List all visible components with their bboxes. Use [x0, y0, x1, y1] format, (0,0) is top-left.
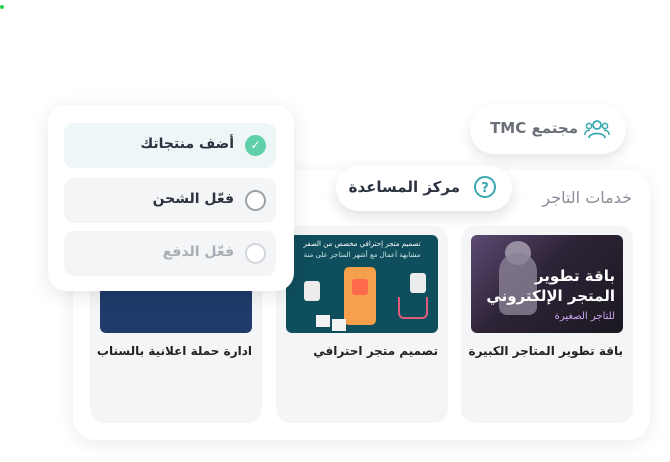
gift-box-icon [316, 315, 330, 327]
users-icon [584, 120, 610, 139]
service-card-label: باقة تطوير المتاجر الكبيرة [468, 344, 624, 358]
panel-title: خدمات التاجر [542, 188, 632, 207]
shopping-bag-icon [410, 273, 426, 293]
task-label: فعّل الشحن [152, 191, 234, 207]
shopping-bag-icon [304, 281, 320, 301]
task-enable-shipping[interactable]: فعّل الشحن [64, 178, 276, 223]
thumb-heading: تصميم متجر إحترافي مخصص من الصفر [303, 240, 421, 248]
help-center-label: مركز المساعدة [348, 178, 460, 196]
gift-box-icon [332, 319, 346, 331]
task-enable-payment[interactable]: فعّل الدفع [64, 231, 276, 276]
question-circle-icon: ? [474, 176, 496, 198]
service-card-label: ادارة حملة اعلانية بالسناب [96, 344, 252, 358]
astronaut-body [499, 253, 537, 315]
thumb-heading-2: المتجر الإلكتروني [486, 287, 615, 305]
shirt-icon [352, 279, 368, 295]
help-center-button[interactable]: مركز المساعدة ? [336, 165, 512, 211]
thumb-heading-1: باقة تطوير [534, 267, 615, 285]
setup-checklist: أضف منتجاتك ✓ فعّل الشحن فعّل الدفع [48, 105, 294, 291]
service-card-large-store-package[interactable]: باقة تطوير المتجر الإلكتروني للتاجر الصغ… [461, 226, 633, 423]
thumb-subheading: للتاجر الصغيرة [554, 311, 615, 322]
community-button[interactable]: مجتمع TMC [470, 104, 626, 154]
cart-icon [398, 297, 428, 319]
phone-illustration [344, 267, 376, 325]
task-add-products[interactable]: أضف منتجاتك ✓ [64, 123, 276, 168]
service-card-store-design[interactable]: تصميم متجر إحترافي مخصص من الصفر مشابهة … [276, 226, 448, 423]
service-thumbnail-ecommerce: تصميم متجر إحترافي مخصص من الصفر مشابهة … [286, 235, 438, 333]
task-label: فعّل الدفع [162, 244, 234, 260]
status-dot [0, 5, 4, 9]
task-label: أضف منتجاتك [140, 136, 234, 152]
service-thumbnail-astronaut: باقة تطوير المتجر الإلكتروني للتاجر الصغ… [471, 235, 623, 333]
check-circle-icon: ✓ [245, 135, 266, 156]
thumb-subheading: مشابهة أعمال مع أشهر المتاجر على منة [303, 251, 421, 259]
empty-circle-icon [245, 243, 266, 264]
empty-circle-icon [245, 190, 266, 211]
community-label: مجتمع TMC [490, 119, 578, 137]
service-card-label: تصميم متجر احترافي [313, 344, 438, 358]
